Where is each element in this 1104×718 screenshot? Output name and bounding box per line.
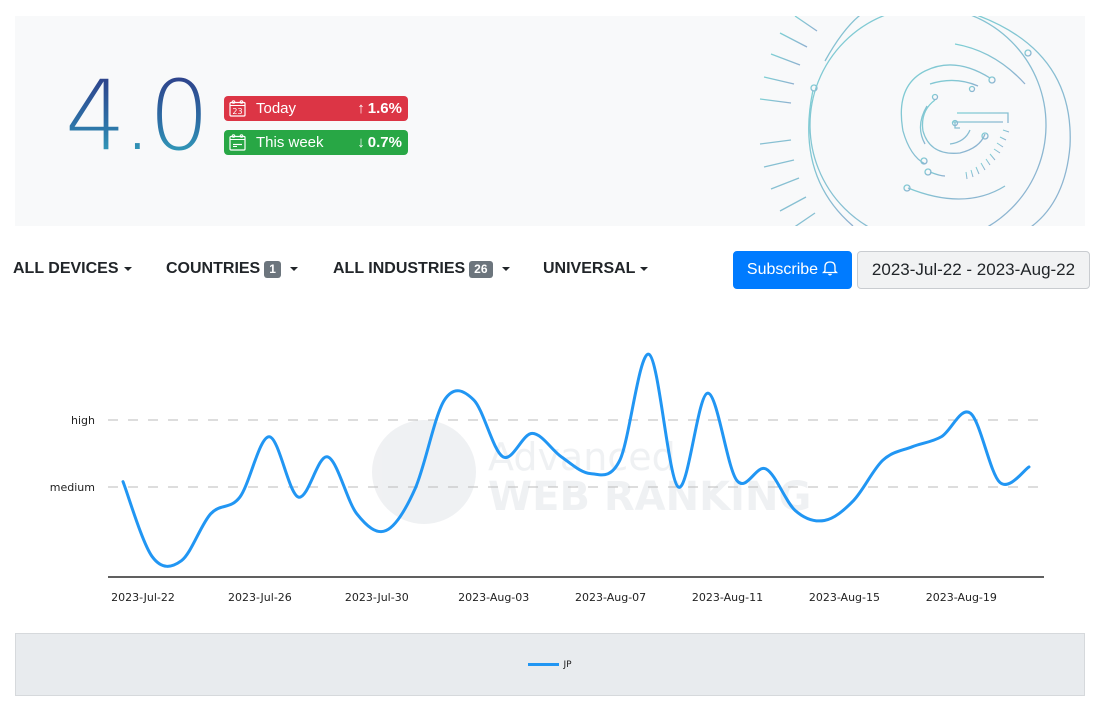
subscribe-label: Subscribe [746, 261, 819, 278]
data-point-2023-Aug-16[interactable] [850, 496, 858, 504]
devices-dropdown[interactable]: ALL DEVICES [13, 260, 132, 278]
data-point-2023-Aug-22[interactable] [1025, 463, 1033, 471]
data-point-2023-Jul-28[interactable] [294, 493, 302, 501]
data-point-2023-Aug-14[interactable] [791, 506, 799, 514]
watermark-line2: WEB RANKING [488, 474, 811, 520]
week-change-badge: This week ↓ 0.7% [224, 130, 408, 155]
data-point-2023-Aug-02[interactable] [440, 396, 448, 404]
data-point-2023-Aug-06[interactable] [557, 453, 565, 461]
data-point-2023-Aug-11[interactable] [704, 389, 712, 397]
data-point-2023-Aug-19[interactable] [937, 433, 945, 441]
countries-label: COUNTRIES [166, 260, 261, 277]
x-tick-label: 2023-Jul-30 [345, 591, 409, 604]
week-change: ↓ 0.7% [357, 134, 402, 151]
legend-label-jp[interactable]: JP [563, 660, 571, 670]
data-point-2023-Jul-30[interactable] [353, 510, 361, 518]
data-point-2023-Aug-01[interactable] [411, 484, 419, 492]
countries-dropdown[interactable]: COUNTRIES 1 [166, 260, 298, 278]
countries-count-badge: 1 [264, 260, 281, 278]
data-point-2023-Aug-03[interactable] [470, 396, 478, 404]
today-label: Today [256, 100, 297, 117]
data-point-2023-Jul-22[interactable] [119, 478, 127, 486]
devices-label: ALL DEVICES [13, 260, 119, 277]
data-point-2023-Aug-04[interactable] [499, 453, 507, 461]
data-point-2023-Aug-21[interactable] [996, 478, 1004, 486]
caret-down-icon [501, 267, 510, 271]
today-change: ↑ 1.6% [357, 100, 402, 117]
data-point-2023-Jul-23[interactable] [148, 553, 156, 561]
data-point-2023-Aug-10[interactable] [674, 483, 682, 491]
data-point-2023-Aug-08[interactable] [616, 456, 624, 464]
arrow-down-icon: ↓ [357, 134, 365, 151]
data-point-2023-Jul-24[interactable] [177, 557, 185, 565]
score-hero-panel: 4.0 23 Today ↑ 1.6% This week ↓ 0.7% [15, 16, 1085, 226]
industries-count-badge: 26 [469, 260, 493, 278]
y-tick-label: medium [50, 481, 95, 494]
data-point-2023-Jul-25[interactable] [207, 510, 215, 518]
x-tick-label: 2023-Aug-03 [458, 591, 529, 604]
caret-down-icon [123, 267, 132, 271]
data-point-2023-Aug-12[interactable] [733, 476, 741, 484]
svg-text:23: 23 [232, 107, 242, 116]
week-change-value: 0.7% [367, 134, 402, 151]
today-change-badge: 23 Today ↑ 1.6% [224, 96, 408, 121]
data-point-2023-Aug-17[interactable] [879, 456, 887, 464]
chart-legend: JP [15, 633, 1085, 696]
data-point-2023-Jul-26[interactable] [236, 493, 244, 501]
data-point-2023-Aug-18[interactable] [908, 443, 916, 451]
visibility-line-chart: Advanced WEB RANKING highmedium 2023-Jul… [50, 350, 1044, 604]
data-point-2023-Jul-29[interactable] [324, 453, 332, 461]
x-tick-label: 2023-Aug-11 [692, 591, 763, 604]
x-tick-label: 2023-Aug-15 [809, 591, 880, 604]
caret-down-icon [289, 267, 298, 271]
legend-swatch-jp [528, 663, 560, 666]
data-point-2023-Aug-13[interactable] [762, 465, 770, 473]
globe-icon [372, 420, 476, 524]
arrow-up-icon: ↑ [357, 100, 365, 117]
y-tick-label: high [71, 414, 95, 427]
industries-dropdown[interactable]: ALL INDUSTRIES 26 [333, 260, 510, 278]
today-change-value: 1.6% [367, 100, 402, 117]
data-point-2023-Jul-27[interactable] [265, 433, 273, 441]
calendar-day-icon: 23 [229, 100, 246, 117]
x-tick-label: 2023-Aug-19 [926, 591, 997, 604]
calendar-week-icon [229, 134, 246, 151]
data-point-2023-Jul-31[interactable] [382, 527, 390, 535]
data-point-2023-Aug-15[interactable] [820, 517, 828, 525]
x-tick-label: 2023-Jul-22 [111, 591, 175, 604]
subscribe-button[interactable]: Subscribe [733, 251, 852, 289]
date-range-picker[interactable]: 2023-Jul-22 - 2023-Aug-22 [857, 251, 1090, 289]
visibility-score: 4.0 [65, 60, 210, 172]
data-point-2023-Aug-07[interactable] [587, 470, 595, 478]
data-point-2023-Aug-20[interactable] [967, 409, 975, 417]
bell-icon [822, 259, 839, 281]
industries-label: ALL INDUSTRIES [333, 260, 466, 277]
filter-bar: ALL DEVICES COUNTRIES 1 ALL INDUSTRIES 26 … [0, 251, 1104, 290]
week-label: This week [256, 134, 324, 151]
data-point-2023-Aug-05[interactable] [528, 429, 536, 437]
search-type-dropdown[interactable]: UNIVERSAL [543, 260, 649, 278]
search-type-label: UNIVERSAL [543, 260, 636, 277]
caret-down-icon [640, 267, 649, 271]
x-tick-label: 2023-Aug-07 [575, 591, 646, 604]
x-tick-label: 2023-Jul-26 [228, 591, 292, 604]
data-point-2023-Aug-09[interactable] [645, 350, 653, 358]
google-circuit-logo-icon [759, 16, 1071, 226]
